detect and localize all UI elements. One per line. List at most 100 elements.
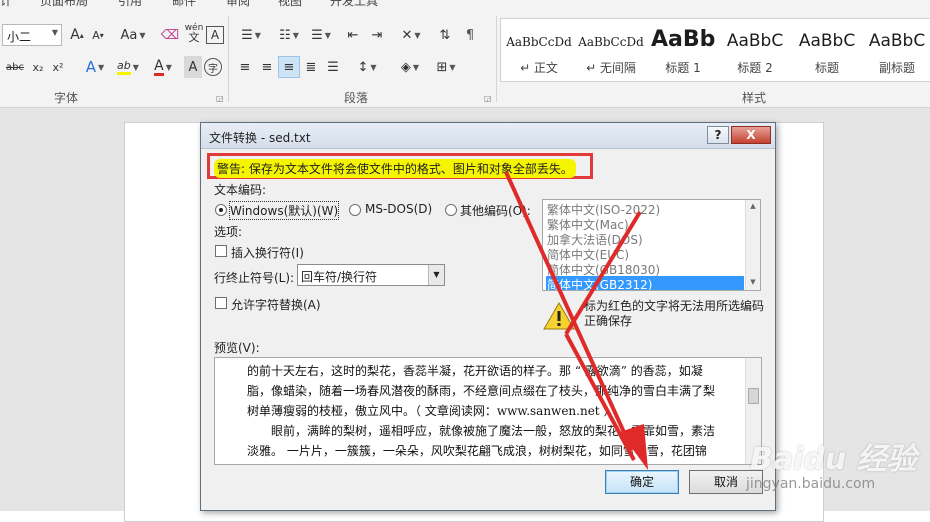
superscript-button[interactable]: x² bbox=[50, 56, 66, 78]
align-left-button[interactable]: ≡ bbox=[234, 56, 256, 78]
watermark-url: jingyan.baidu.com bbox=[746, 476, 876, 492]
tab-references[interactable]: 引用 bbox=[118, 0, 142, 9]
scroll-up-icon[interactable]: ▲ bbox=[746, 202, 760, 210]
sort-button[interactable]: ⇅ bbox=[434, 24, 456, 46]
style-sample: AaBb bbox=[651, 27, 715, 52]
preview-label: 预览(V): bbox=[214, 341, 260, 355]
radio-windows-label[interactable]: Windows(默认)(W) bbox=[228, 201, 340, 220]
list-item-selected[interactable]: 简体中文(GB2312) bbox=[546, 276, 744, 290]
line-spacing-button[interactable]: ↕ ▼ bbox=[352, 56, 382, 78]
align-center-button[interactable]: ≡ bbox=[256, 56, 278, 78]
shading-button[interactable]: ◈ ▼ bbox=[394, 56, 426, 78]
change-case-button[interactable]: Aa ▼ bbox=[116, 24, 150, 46]
eol-label: 行终止符号(L): bbox=[214, 271, 295, 285]
style-sample: AaBbC bbox=[868, 31, 926, 51]
insert-linebreaks-label[interactable]: 插入换行符(I) bbox=[231, 244, 304, 261]
preview-line: 树单薄瘦弱的枝桠，傲立风中。（ 文章阅读网：www.sanwen.net ） bbox=[247, 404, 616, 418]
tab-developer[interactable]: 开发工具 bbox=[330, 0, 378, 9]
eol-value: 回车符/换行符 bbox=[301, 270, 378, 284]
char-border-button[interactable]: A bbox=[206, 26, 224, 44]
allow-substitution-checkbox[interactable] bbox=[215, 297, 227, 309]
group-divider bbox=[496, 16, 497, 102]
radio-other-encoding[interactable] bbox=[445, 204, 457, 216]
strikethrough-button[interactable]: abc bbox=[4, 56, 26, 78]
grow-font-button[interactable]: A ▴ bbox=[68, 24, 86, 46]
preview-line: 眼前，满眸的梨树，遥相呼应，就像被施了魔法一般，怒放的梨花，霏霏如雪，素洁 bbox=[247, 424, 716, 438]
list-item[interactable]: 简体中文(EUC) bbox=[546, 246, 744, 262]
chinese-layout-button[interactable]: ✕ ▼ bbox=[396, 24, 426, 46]
radio-other-label[interactable]: 其他编码(O): bbox=[460, 202, 531, 219]
style-sample: AaBbCcDd bbox=[578, 35, 644, 49]
style-name: ↵ 无间隔 bbox=[586, 61, 636, 75]
style-sample: AaBbC bbox=[798, 31, 856, 51]
increase-indent-button[interactable]: ⇥ bbox=[366, 24, 388, 46]
char-shading-button[interactable]: A bbox=[184, 56, 202, 78]
shrink-font-button[interactable]: A ▾ bbox=[90, 24, 106, 46]
multilevel-list-button[interactable]: ☰ ▼ bbox=[308, 24, 334, 46]
scroll-thumb[interactable] bbox=[748, 388, 759, 404]
style-name: 副标题 bbox=[878, 61, 915, 75]
paragraph-dialog-launcher-icon[interactable]: ◲ bbox=[484, 94, 492, 103]
warning-triangle-icon bbox=[543, 301, 575, 330]
subscript-button[interactable]: x₂ bbox=[30, 56, 46, 78]
list-item[interactable]: 加拿大法语(DOS) bbox=[546, 231, 744, 247]
font-color-button[interactable]: A ▼ bbox=[148, 56, 178, 78]
preview-box[interactable]: 的前十天左右，这时的梨花，香蕊半凝，花开欲语的样子。那 “ 露欲滴” 的香蕊，如… bbox=[214, 357, 762, 465]
tab-partial[interactable]: 计 bbox=[0, 0, 12, 9]
enclose-char-button[interactable]: 字 bbox=[204, 58, 222, 76]
decrease-indent-button[interactable]: ⇤ bbox=[342, 24, 364, 46]
ok-button[interactable]: 确定 bbox=[605, 470, 679, 494]
dialog-titlebar[interactable]: 文件转换 - sed.txt ? X bbox=[201, 123, 775, 149]
style-heading-2[interactable]: AaBbC 标题 2 bbox=[719, 19, 791, 81]
borders-button[interactable]: ⊞ ▼ bbox=[430, 56, 462, 78]
style-no-spacing[interactable]: AaBbCcDd ↵ 无间隔 bbox=[575, 19, 647, 81]
align-right-button[interactable]: ≡ bbox=[278, 56, 300, 78]
encoding-list[interactable]: 繁体中文(ISO-2022) 繁体中文(Mac) 加拿大法语(DOS) 简体中文… bbox=[542, 199, 761, 291]
clear-format-icon[interactable]: ⌫ bbox=[160, 24, 180, 46]
list-item[interactable]: 繁体中文(Mac) bbox=[546, 216, 744, 232]
scroll-down-icon[interactable]: ▼ bbox=[746, 278, 760, 286]
close-button[interactable]: X bbox=[731, 126, 771, 144]
list-item[interactable]: 简体中文(GB18030) bbox=[546, 261, 744, 277]
bullets-button[interactable]: ☰ ▼ bbox=[234, 24, 268, 46]
list-item[interactable]: 繁体中文(ISO-2022) bbox=[546, 201, 744, 217]
font-size-value: 小二 bbox=[7, 30, 32, 44]
phonetic-guide-button[interactable]: wén 文 bbox=[184, 22, 204, 44]
highlight-button[interactable]: ab ▼ bbox=[112, 56, 144, 78]
group-divider bbox=[228, 16, 229, 102]
show-marks-button[interactable]: ¶ bbox=[460, 24, 480, 46]
numbering-button[interactable]: ☷ ▼ bbox=[272, 24, 306, 46]
options-label: 选项: bbox=[214, 225, 243, 239]
ribbon: 计 页面布局 引用 邮件 审阅 视图 开发工具 小二 ▼ A ▴ A ▾ Aa ▼ ⌫… bbox=[0, 0, 930, 108]
font-dialog-launcher-icon[interactable]: ◲ bbox=[216, 94, 224, 103]
chevron-down-icon[interactable]: ▼ bbox=[428, 265, 444, 285]
style-name: 标题 bbox=[814, 61, 839, 75]
style-title[interactable]: AaBbC 标题 bbox=[791, 19, 863, 81]
font-group-label: 字体 bbox=[54, 91, 79, 105]
warning-annotation-box: 警告: 保存为文本文件将会使文件中的格式、图片和对象全部丢失。 bbox=[207, 153, 593, 179]
style-subtitle[interactable]: AaBbC 副标题 bbox=[863, 19, 930, 81]
text-effects-button[interactable]: A ▼ bbox=[80, 56, 110, 78]
justify-button[interactable]: ≣ bbox=[300, 56, 322, 78]
tab-page-layout[interactable]: 页面布局 bbox=[40, 0, 88, 9]
tab-mailings[interactable]: 邮件 bbox=[172, 0, 196, 9]
help-button[interactable]: ? bbox=[707, 126, 729, 144]
eol-select[interactable]: 回车符/换行符 ▼ bbox=[297, 264, 445, 286]
insert-linebreaks-checkbox[interactable] bbox=[215, 245, 227, 257]
encoding-list-scrollbar[interactable]: ▲ ▼ bbox=[745, 200, 760, 290]
radio-windows[interactable] bbox=[215, 204, 227, 216]
style-heading-1[interactable]: AaBb 标题 1 bbox=[651, 19, 715, 81]
allow-substitution-label[interactable]: 允许字符替换(A) bbox=[231, 296, 321, 313]
radio-msdos[interactable] bbox=[349, 204, 361, 216]
file-conversion-dialog: 文件转换 - sed.txt ? X 警告: 保存为文本文件将会使文件中的格式、… bbox=[200, 122, 776, 511]
style-name: ↵ 正文 bbox=[520, 61, 558, 75]
dialog-title: 文件转换 - sed.txt bbox=[209, 131, 311, 145]
tab-review[interactable]: 审阅 bbox=[226, 0, 250, 9]
font-size-select[interactable]: 小二 ▼ bbox=[2, 24, 62, 46]
watermark-brand: Baidu 经验 bbox=[750, 442, 917, 477]
style-normal[interactable]: AaBbCcDd ↵ 正文 bbox=[503, 19, 575, 81]
radio-msdos-label[interactable]: MS-DOS(D) bbox=[365, 202, 432, 216]
tab-view[interactable]: 视图 bbox=[278, 0, 302, 9]
paragraph-group-label: 段落 bbox=[344, 91, 369, 105]
distributed-button[interactable]: ☰ bbox=[322, 56, 344, 78]
